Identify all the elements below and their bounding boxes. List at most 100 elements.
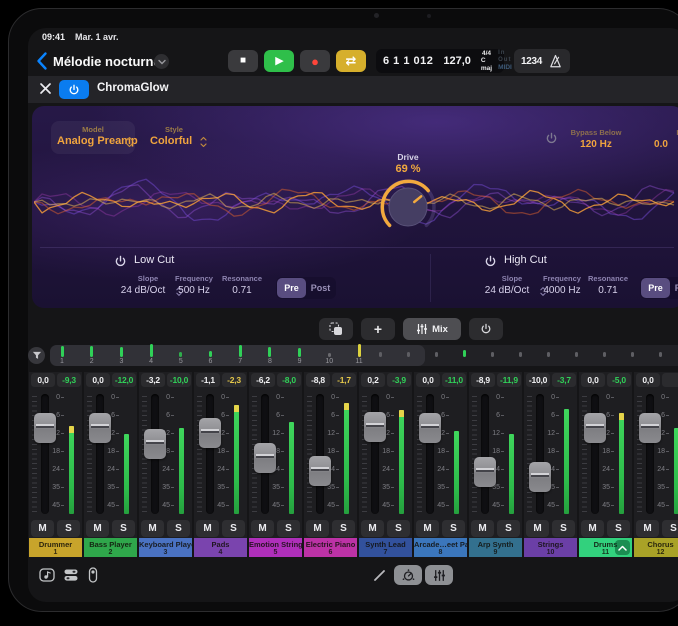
mute-button[interactable]: M bbox=[196, 520, 219, 537]
solo-button[interactable]: S bbox=[332, 520, 355, 537]
fader-zone: 061218243545 bbox=[304, 392, 357, 518]
fader-cap[interactable] bbox=[419, 413, 441, 443]
solo-button[interactable]: S bbox=[277, 520, 300, 537]
track-name-strip[interactable]: Emotion Strings 5 bbox=[249, 538, 302, 557]
volume-value[interactable]: 0,0 bbox=[31, 373, 55, 387]
peak-value: -5,0 bbox=[607, 373, 631, 387]
volume-value[interactable]: -3,2 bbox=[141, 373, 165, 387]
solo-button[interactable]: S bbox=[497, 520, 520, 537]
track-name-strip[interactable]: Strings 10 bbox=[524, 538, 577, 557]
peak-value: -11,9 bbox=[497, 373, 521, 387]
fader-zone: 061218243545 bbox=[29, 392, 82, 518]
peak-value bbox=[662, 373, 678, 387]
fader-track[interactable] bbox=[646, 394, 654, 514]
fader-cap[interactable] bbox=[199, 418, 221, 448]
fader-cap[interactable] bbox=[34, 413, 56, 443]
fader-track[interactable] bbox=[206, 394, 214, 514]
volume-value[interactable]: 0,2 bbox=[361, 373, 385, 387]
track-name-strip[interactable]: Arcade…eet Pad 8 bbox=[414, 538, 467, 557]
fader-track[interactable] bbox=[316, 394, 324, 514]
track-name-strip[interactable]: Bass Player 2 bbox=[84, 538, 137, 557]
channel-strip: 0,0 -9,3 061218243545 M S Drummer 1 bbox=[29, 372, 82, 557]
track-name-strip[interactable]: Keyboard Player 3 bbox=[139, 538, 192, 557]
fader-cap[interactable] bbox=[639, 413, 661, 443]
peak-value: -2,3 bbox=[222, 373, 246, 387]
level-meter bbox=[509, 392, 514, 514]
fader-track[interactable] bbox=[481, 394, 489, 514]
track-name-strip[interactable]: Synth Lead 7 bbox=[359, 538, 412, 557]
controls-view-button[interactable] bbox=[394, 565, 422, 585]
peak-value: -11,0 bbox=[442, 373, 466, 387]
solo-button[interactable]: S bbox=[222, 520, 245, 537]
fader-cap[interactable] bbox=[364, 412, 386, 442]
track-name: Bass Player bbox=[84, 540, 137, 549]
mute-button[interactable]: M bbox=[361, 520, 384, 537]
solo-button[interactable]: S bbox=[552, 520, 575, 537]
mute-button[interactable]: M bbox=[416, 520, 439, 537]
mute-button[interactable]: M bbox=[306, 520, 329, 537]
mute-button[interactable]: M bbox=[31, 520, 54, 537]
track-number: 10 bbox=[524, 549, 577, 556]
fader-ruler bbox=[472, 396, 477, 512]
fader-cap[interactable] bbox=[254, 443, 276, 473]
channel-strip: -3,2 -10,0 061218243545 M S Keyboard Pla… bbox=[139, 372, 192, 557]
solo-button[interactable]: S bbox=[607, 520, 630, 537]
mute-button[interactable]: M bbox=[86, 520, 109, 537]
volume-value[interactable]: 0,0 bbox=[581, 373, 605, 387]
mute-button[interactable]: M bbox=[526, 520, 549, 537]
volume-value[interactable]: -8,9 bbox=[471, 373, 495, 387]
peak-value: -9,3 bbox=[57, 373, 81, 387]
mute-button[interactable]: M bbox=[141, 520, 164, 537]
fader-cap[interactable] bbox=[309, 456, 331, 486]
fader-ruler bbox=[527, 396, 532, 512]
volume-value[interactable]: 0,0 bbox=[636, 373, 660, 387]
mute-button[interactable]: M bbox=[636, 520, 659, 537]
pencil-icon[interactable] bbox=[372, 568, 387, 583]
volume-value[interactable]: 0,0 bbox=[86, 373, 110, 387]
solo-button[interactable]: S bbox=[662, 520, 678, 537]
fader-track[interactable] bbox=[426, 394, 434, 514]
ipad-screen: 09:41 Mar. 1 avr. Mélodie nocturne ■ ▶ ●… bbox=[28, 28, 678, 602]
track-number: 7 bbox=[359, 549, 412, 556]
level-meter bbox=[179, 392, 184, 514]
track-name-strip[interactable]: Electric Piano 6 bbox=[304, 538, 357, 557]
channel-strip: -8,8 -1,7 061218243545 M S Electric Pian… bbox=[304, 372, 357, 557]
fader-cap[interactable] bbox=[144, 429, 166, 459]
fader-zone: 061218243545 bbox=[359, 392, 412, 518]
fader-cap[interactable] bbox=[474, 457, 496, 487]
volume-value[interactable]: -10,0 bbox=[526, 373, 550, 387]
mute-button[interactable]: M bbox=[471, 520, 494, 537]
fader-track[interactable] bbox=[591, 394, 599, 514]
fader-cap[interactable] bbox=[89, 413, 111, 443]
track-name-strip[interactable]: Drummer 1 bbox=[29, 538, 82, 557]
fader-cap[interactable] bbox=[529, 462, 551, 492]
track-name-strip[interactable]: Pads 4 bbox=[194, 538, 247, 557]
level-meter bbox=[69, 392, 74, 514]
fader-track[interactable] bbox=[41, 394, 49, 514]
volume-value[interactable]: 0,0 bbox=[416, 373, 440, 387]
fader-cap[interactable] bbox=[584, 413, 606, 443]
browser-cells-icon[interactable] bbox=[63, 567, 80, 583]
channel-strip: -1,1 -2,3 061218243545 M S Pads 4 bbox=[194, 372, 247, 557]
mute-button[interactable]: M bbox=[251, 520, 274, 537]
mute-button[interactable]: M bbox=[581, 520, 604, 537]
solo-button[interactable]: S bbox=[442, 520, 465, 537]
solo-button[interactable]: S bbox=[57, 520, 80, 537]
track-number: 3 bbox=[139, 549, 192, 556]
loops-browser-icon[interactable] bbox=[39, 567, 56, 583]
fader-pill-icon[interactable] bbox=[87, 567, 99, 583]
volume-value[interactable]: -8,8 bbox=[306, 373, 330, 387]
track-name-strip[interactable]: Chorus 12 bbox=[634, 538, 678, 557]
solo-button[interactable]: S bbox=[167, 520, 190, 537]
fader-track[interactable] bbox=[96, 394, 104, 514]
solo-button[interactable]: S bbox=[112, 520, 135, 537]
fader-track[interactable] bbox=[536, 394, 544, 514]
solo-button[interactable]: S bbox=[387, 520, 410, 537]
fader-zone: 061218243545 bbox=[194, 392, 247, 518]
track-name-strip[interactable]: Drums 11 bbox=[579, 538, 632, 557]
mixer-view-button[interactable] bbox=[425, 565, 453, 585]
track-name-strip[interactable]: Arp Synth 9 bbox=[469, 538, 522, 557]
track-expand-button[interactable] bbox=[615, 540, 630, 555]
volume-value[interactable]: -6,2 bbox=[251, 373, 275, 387]
volume-value[interactable]: -1,1 bbox=[196, 373, 220, 387]
